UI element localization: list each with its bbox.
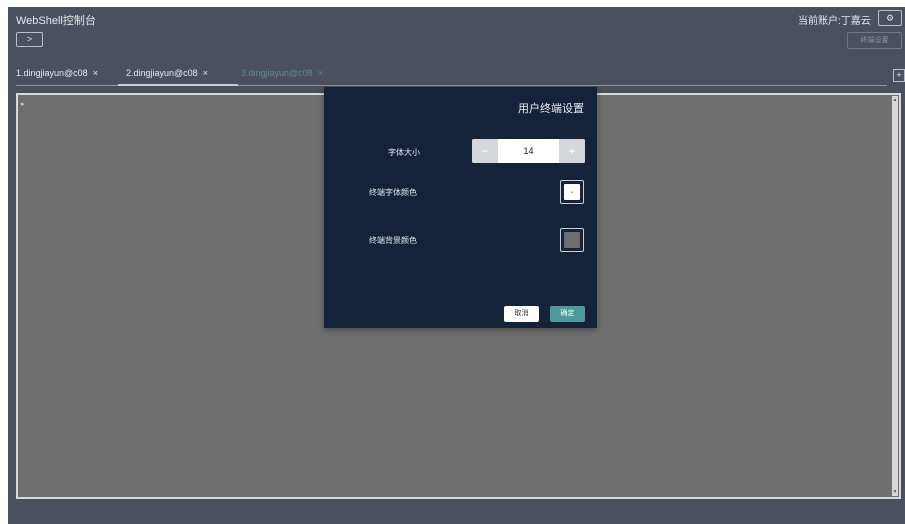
dialog-title: 用户终端设置 (518, 103, 584, 115)
bg-color-label: 终端背景颜色 (369, 236, 417, 245)
active-tab-indicator (118, 84, 238, 86)
font-color-label: 终端字体颜色 (369, 188, 417, 197)
terminal-scrollbar[interactable]: ▲ ▼ (892, 96, 898, 496)
tab-label: 2.dingjiayun@c08 (126, 68, 198, 78)
tab-2[interactable]: 2.dingjiayun@c08 × (126, 68, 208, 78)
tab-1[interactable]: 1.dingjiayun@c08 × (16, 68, 98, 78)
scroll-up-icon[interactable]: ▲ (892, 96, 898, 104)
tab-label: 1.dingjiayun@c08 (16, 68, 88, 78)
cancel-button[interactable]: 取消 (504, 306, 539, 322)
close-icon[interactable]: × (318, 68, 323, 78)
account-settings-button[interactable]: ⚙ (878, 10, 902, 26)
terminal-cursor-icon: ▸ (21, 101, 25, 108)
tab-3[interactable]: 3.dingjiayun@c08 × (241, 68, 323, 78)
font-size-label: 字体大小 (388, 148, 420, 157)
current-account: 当前账户:丁嘉云 (798, 16, 871, 27)
decrease-font-button[interactable]: − (472, 139, 498, 163)
add-tab-button[interactable]: + (893, 69, 905, 82)
font-size-input[interactable]: 14 (498, 139, 559, 163)
expand-button[interactable]: > (16, 32, 43, 47)
confirm-button[interactable]: 确定 (550, 306, 585, 322)
font-color-picker[interactable]: ⌄ (560, 180, 584, 204)
font-size-stepper: − 14 + (472, 139, 585, 163)
webshell-console: WebShell控制台 > 当前账户:丁嘉云 ⚙ 终端设置 1.dingjiay… (8, 7, 905, 524)
gear-icon: ⚙ (885, 13, 895, 23)
scroll-down-icon[interactable]: ▼ (892, 488, 898, 496)
close-icon[interactable]: × (93, 68, 98, 78)
terminal-settings-button[interactable]: 终端设置 (847, 32, 902, 49)
bg-color-preview (564, 232, 580, 248)
increase-font-button[interactable]: + (559, 139, 585, 163)
chevron-down-icon: ⌄ (564, 184, 580, 200)
terminal-settings-dialog: 用户终端设置 字体大小 − 14 + 终端字体颜色 ⌄ 终端背景颜色 取消 确定 (324, 87, 597, 328)
close-icon[interactable]: × (203, 68, 208, 78)
app-title: WebShell控制台 (16, 15, 96, 27)
tab-label: 3.dingjiayun@c08 (241, 68, 313, 78)
bg-color-picker[interactable] (560, 228, 584, 252)
